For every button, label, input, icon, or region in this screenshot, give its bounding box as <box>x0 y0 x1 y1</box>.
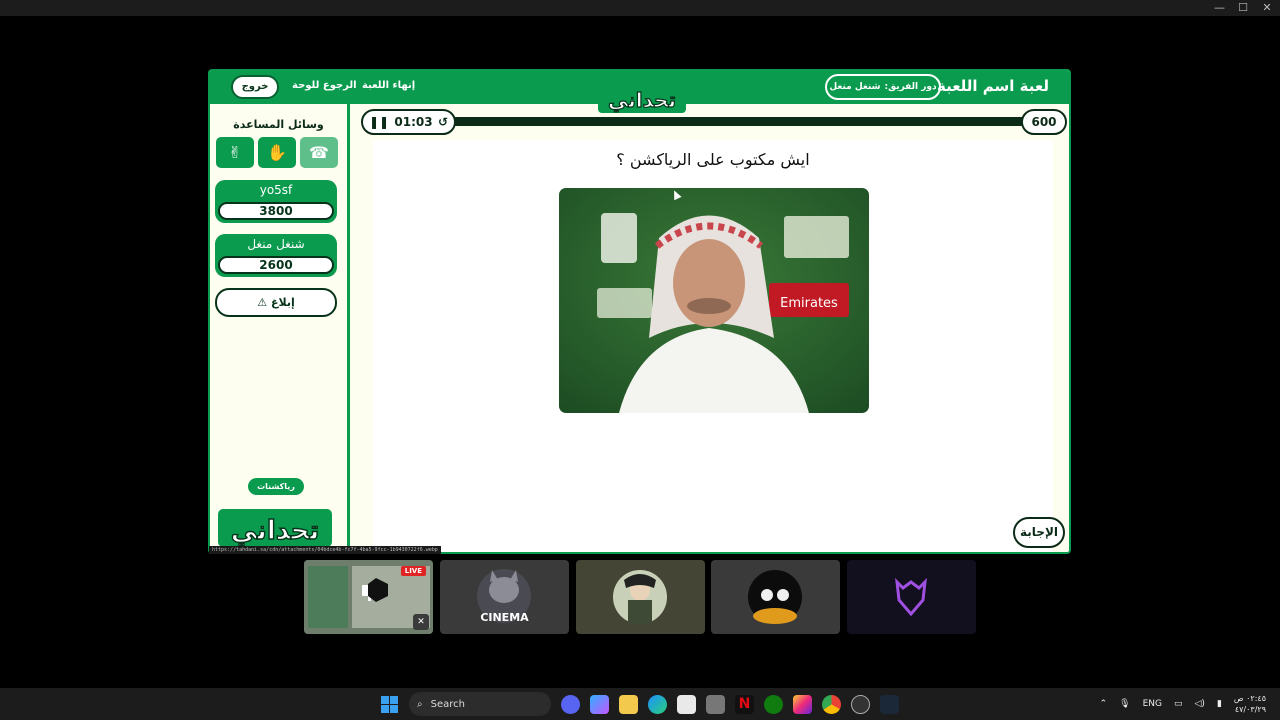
microphone-icon[interactable]: 🎙 <box>1119 699 1130 709</box>
timer: ❚❚ 01:03 ↺ <box>361 109 456 135</box>
store-icon[interactable] <box>677 694 696 714</box>
reactions-category-button[interactable]: رياكشنات <box>248 478 304 495</box>
search-icon: ⌕ <box>417 698 423 710</box>
end-game-link[interactable]: إنهاء اللعبة <box>362 80 415 91</box>
team-card-1: yo5sf 3800 <box>215 180 337 223</box>
battery-icon[interactable]: ▮ <box>1217 699 1222 709</box>
timer-progress-track <box>454 117 1025 126</box>
search-placeholder: Search <box>430 698 465 710</box>
avatar-caption: CINEMA <box>480 611 529 624</box>
instagram-icon[interactable] <box>793 694 812 714</box>
reveal-answer-button[interactable]: الإجابة <box>1013 517 1065 548</box>
system-tray: ⌃ 🎙 ENG ▭ ◁) ▮ ٠٢:٤٥ ص ٤٧/٠٣/٢٩ <box>1100 693 1266 715</box>
help-tools: ✌ ✋ ☎ <box>216 137 338 168</box>
logo-bottom-text: تحداني <box>231 516 320 546</box>
window-controls: — ☐ ✕ <box>1214 1 1272 15</box>
taskbar-search[interactable]: ⌕ Search <box>409 692 551 716</box>
reset-timer-icon[interactable]: ↺ <box>438 115 448 129</box>
edge-icon[interactable] <box>648 694 667 714</box>
team-score: 3800 <box>218 202 334 220</box>
victory-hand-icon[interactable]: ✌ <box>216 137 254 168</box>
clock-time: ٠٢:٤٥ ص <box>1233 694 1266 703</box>
file-explorer-icon[interactable] <box>619 694 638 714</box>
turn-team-name: شنغل منغل <box>829 82 881 92</box>
participant-tile-stream[interactable]: LIVE ✕ <box>304 560 433 634</box>
svg-text:Emirates: Emirates <box>780 296 838 311</box>
participant-tile-3[interactable] <box>576 560 705 634</box>
report-label: إبلاغ <box>270 296 295 309</box>
participant-tile-2[interactable]: CINEMA <box>440 560 569 634</box>
team-name: شنغل منغل <box>247 237 305 251</box>
language-indicator[interactable]: ENG <box>1143 699 1162 709</box>
game-app: خروج الرجوع للوحة إنهاء اللعبة دور الفري… <box>208 69 1071 554</box>
muted-icon[interactable]: ✕ <box>413 614 429 630</box>
window-titlebar: — ☐ ✕ <box>0 0 1280 16</box>
question-panel: ايش مكتوب على الرياكشن ؟ Emirates <box>373 140 1053 552</box>
warning-icon: ⚠ <box>257 296 268 309</box>
taskbar-apps: ⌕ Search N <box>380 692 899 716</box>
report-button[interactable]: إبلاغ ⚠ <box>215 288 337 317</box>
participant-tile-4[interactable] <box>711 560 840 634</box>
turn-label: دور الفريق: <box>884 82 937 92</box>
participants-strip: LIVE ✕ CINEMA <box>304 559 984 635</box>
main-area: ❚❚ 01:03 ↺ 600 ايش مكتوب على الرياكشن ؟ <box>353 104 1069 552</box>
network-icon[interactable]: ▭ <box>1174 699 1183 709</box>
question-points: 600 <box>1021 109 1067 135</box>
call-a-friend-icon[interactable]: ☎ <box>300 137 338 168</box>
team-turn-indicator: دور الفريق: شنغل منغل <box>825 74 941 100</box>
help-tools-title: وسائل المساعدة <box>233 118 324 131</box>
raised-hand-icon[interactable]: ✋ <box>258 137 296 168</box>
timer-value: 01:03 <box>394 115 433 129</box>
game-title: لعبة اسم اللعبة <box>936 77 1049 95</box>
chevron-up-icon[interactable]: ⌃ <box>1100 699 1108 709</box>
app-cube-icon[interactable] <box>706 694 725 714</box>
participant-tile-5[interactable] <box>847 560 976 634</box>
pause-icon[interactable]: ❚❚ <box>369 115 389 129</box>
clock[interactable]: ٠٢:٤٥ ص ٤٧/٠٣/٢٩ <box>1234 693 1266 715</box>
reaction-image: Emirates <box>559 188 869 413</box>
chatgpt-icon[interactable] <box>851 694 870 714</box>
close-window-button[interactable]: ✕ <box>1262 1 1272 15</box>
maximize-button[interactable]: ☐ <box>1238 1 1248 15</box>
clock-date: ٤٧/٠٣/٢٩ <box>1234 705 1266 714</box>
xbox-icon[interactable] <box>764 694 783 714</box>
discord-icon[interactable] <box>561 694 580 714</box>
link-preview-url: https://tahdani.sa/cdn/attachments/04bdc… <box>209 546 441 554</box>
copilot-icon[interactable] <box>590 694 609 714</box>
team-card-2: شنغل منغل 2600 <box>215 234 337 277</box>
team-score: 2600 <box>218 256 334 274</box>
minimize-button[interactable]: — <box>1214 1 1225 15</box>
taskbar: ⌕ Search N ⌃ 🎙 ENG ▭ ◁) ▮ ٠٢:٤٥ ص ٤٧/٠٣/… <box>0 688 1280 720</box>
question-text: ايش مكتوب على الرياكشن ؟ <box>616 150 810 169</box>
steam-icon[interactable] <box>880 694 899 714</box>
back-to-board-link[interactable]: الرجوع للوحة <box>292 80 357 91</box>
live-badge: LIVE <box>400 566 426 576</box>
volume-icon[interactable]: ◁) <box>1195 699 1205 709</box>
exit-button[interactable]: خروج <box>231 75 279 99</box>
windows-start-icon[interactable] <box>380 695 399 714</box>
tahdani-logo-bottom: تحداني <box>218 509 332 547</box>
team-name: yo5sf <box>259 183 293 197</box>
sidebar: وسائل المساعدة ✌ ✋ ☎ yo5sf 3800 شنغل منغ… <box>210 104 350 552</box>
chrome-icon[interactable] <box>822 694 841 714</box>
netflix-icon[interactable]: N <box>735 694 754 714</box>
